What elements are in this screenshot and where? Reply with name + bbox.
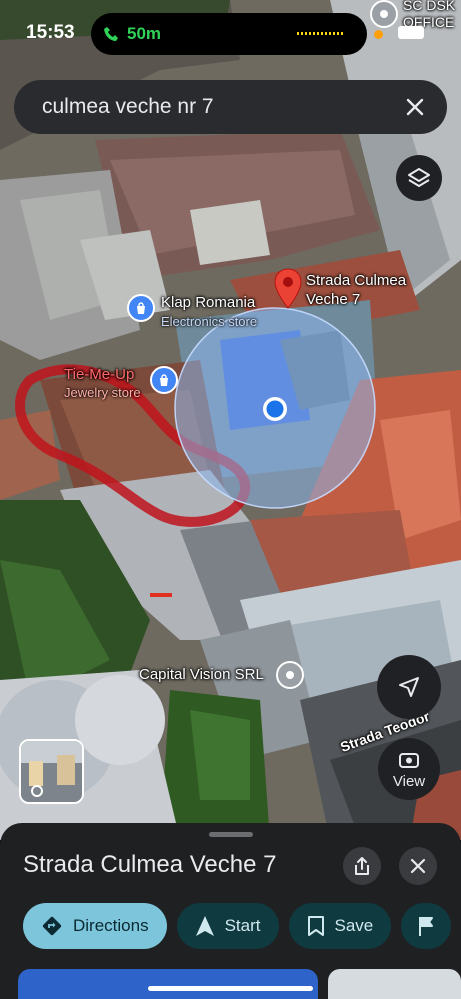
bookmark-icon (307, 916, 324, 936)
phone-icon (104, 27, 118, 41)
view-button[interactable]: View (378, 738, 440, 800)
share-button[interactable] (343, 847, 381, 885)
search-clear-icon[interactable] (401, 93, 429, 121)
audio-wave-icon (297, 32, 345, 35)
directions-label: Directions (73, 916, 149, 935)
destination-label[interactable]: Strada Culmea Veche 7 (306, 271, 426, 309)
flag-icon (419, 917, 434, 936)
place-sheet[interactable]: Strada Culmea Veche 7 Directions Start S… (0, 823, 461, 999)
street-view-icon (399, 752, 419, 768)
call-duration: 50m (127, 24, 162, 43)
place-pin-icon[interactable] (273, 268, 303, 310)
place-name-capital[interactable]: Capital Vision SRL (139, 666, 264, 683)
navigation-button[interactable] (377, 655, 441, 719)
layers-button[interactable] (396, 155, 442, 201)
action-chips: Directions Start Save (23, 903, 452, 949)
status-bar: 15:53 50m (0, 0, 461, 70)
street-view-thumbnail[interactable] (19, 739, 84, 804)
place-name-klap[interactable]: Klap Romania (161, 294, 255, 311)
place-name-tie[interactable]: Tie-Me-Up (64, 366, 134, 383)
navigation-arrow-icon (399, 677, 419, 697)
search-bar[interactable]: culmea veche nr 7 (14, 80, 447, 134)
close-icon (410, 858, 426, 874)
layers-icon (408, 168, 430, 187)
more-action-button[interactable] (401, 903, 452, 949)
call-indicator: 50m (103, 24, 161, 44)
share-icon (355, 857, 369, 875)
save-button[interactable]: Save (288, 903, 392, 949)
close-button[interactable] (399, 847, 437, 885)
photo-preview[interactable] (328, 969, 461, 999)
status-time: 15:53 (26, 22, 75, 43)
place-pin-icon[interactable] (276, 661, 304, 689)
shopping-bag-icon[interactable] (127, 294, 155, 322)
location-dot-icon (263, 397, 287, 421)
directions-button[interactable]: Directions (23, 903, 167, 949)
place-title: Strada Culmea Veche 7 (23, 851, 277, 878)
street-view-preview (21, 741, 82, 802)
start-button[interactable]: Start (176, 903, 279, 949)
save-label: Save (334, 916, 374, 935)
shopping-bag-icon[interactable] (150, 366, 178, 394)
place-category-klap: Electronics store (161, 314, 258, 329)
home-indicator[interactable] (148, 986, 313, 991)
sheet-grabber[interactable] (209, 832, 253, 837)
start-label: Start (224, 916, 261, 935)
battery-icon (398, 26, 424, 39)
dynamic-island[interactable]: 50m (91, 13, 367, 55)
directions-icon (42, 916, 62, 936)
place-category-tie: Jewelry store (64, 385, 141, 400)
mic-indicator-icon (374, 30, 383, 39)
search-input[interactable]: culmea veche nr 7 (42, 95, 214, 119)
start-arrow-icon (195, 916, 214, 936)
satellite-map[interactable]: Strada Culmea Veche 7 Klap Romania Elect… (0, 0, 461, 840)
photo-preview[interactable] (18, 969, 318, 999)
view-label: View (392, 772, 426, 790)
